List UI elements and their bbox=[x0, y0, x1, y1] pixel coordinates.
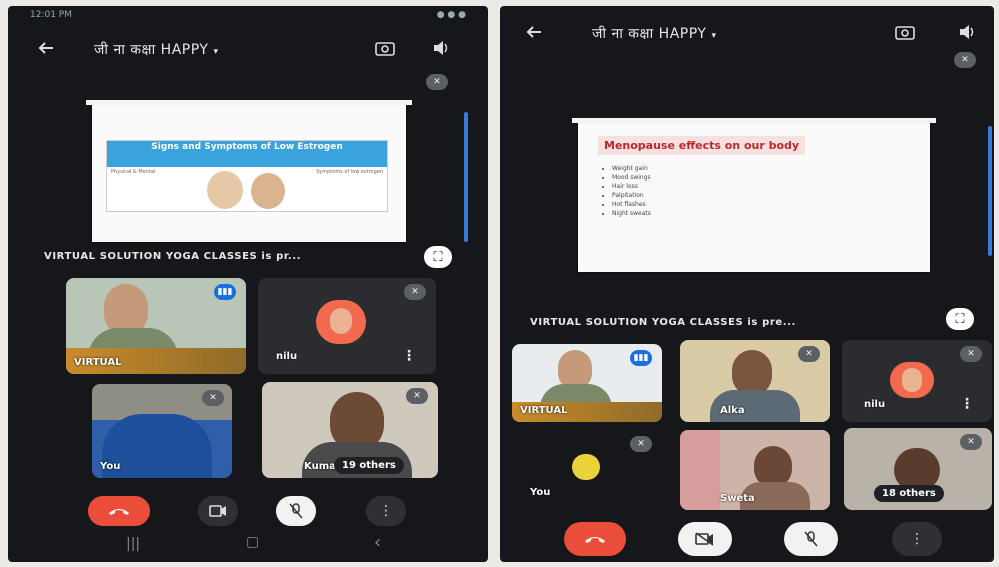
chevron-down-icon: ▾ bbox=[213, 47, 219, 57]
camera-flip-icon[interactable] bbox=[372, 37, 398, 59]
meeting-title[interactable]: जी ना कक्षा HAPPY ▾ bbox=[592, 23, 717, 43]
participant-tile[interactable]: ✕ You bbox=[512, 428, 662, 510]
mic-off-icon[interactable] bbox=[784, 522, 838, 556]
slide-caption-right: Symptoms of low estrogen bbox=[316, 169, 383, 175]
chevron-down-icon: ▾ bbox=[711, 31, 717, 41]
left-phone-screen: 12:01 PM ● ● ● जी ना कक्षा HAPPY ▾ ✕ Sig… bbox=[8, 6, 488, 562]
mic-off-icon: ✕ bbox=[960, 346, 982, 362]
slide-bullet: Night sweats bbox=[612, 209, 651, 218]
participant-tile[interactable]: ✕ Kumar 19 others bbox=[262, 382, 438, 478]
expand-icon[interactable]: ⛶ bbox=[946, 308, 974, 330]
slide-photo-face bbox=[251, 173, 285, 209]
slide-headline: Signs and Symptoms of Low Estrogen bbox=[107, 141, 387, 167]
avatar bbox=[330, 308, 352, 334]
presenting-banner: VIRTUAL SOLUTION YOGA CLASSES is pr... bbox=[44, 251, 302, 262]
participant-tile[interactable]: ✕ Alka bbox=[680, 340, 830, 422]
end-call-icon[interactable] bbox=[88, 496, 150, 526]
presentation-slide: Menopause effects on our body Weight gai… bbox=[572, 118, 936, 272]
slide-headline: Menopause effects on our body bbox=[598, 136, 806, 155]
mic-off-icon: ✕ bbox=[404, 284, 426, 300]
participant-name: You bbox=[100, 461, 121, 472]
status-icons: ● ● ● bbox=[436, 10, 466, 20]
expand-icon[interactable]: ⛶ bbox=[424, 246, 452, 268]
scrollbar[interactable] bbox=[464, 112, 468, 242]
participant-tile[interactable]: Sweta bbox=[680, 430, 830, 510]
projector-screen-bar bbox=[572, 118, 936, 123]
scrollbar[interactable] bbox=[988, 126, 992, 256]
presentation-slide: Signs and Symptoms of Low Estrogen Physi… bbox=[86, 100, 412, 242]
back-arrow-icon[interactable] bbox=[34, 36, 58, 60]
speaking-indicator-icon: ▮▮▮ bbox=[214, 284, 236, 300]
participant-name: nilu bbox=[276, 351, 298, 362]
mic-off-icon: ✕ bbox=[630, 436, 652, 452]
more-vert-icon[interactable]: ⋮ bbox=[366, 496, 406, 526]
mic-off-icon: ✕ bbox=[954, 52, 976, 68]
slide-photo-face bbox=[207, 171, 243, 209]
home-icon[interactable]: ▢ bbox=[246, 534, 259, 550]
participant-tile[interactable]: ✕ 18 others bbox=[844, 428, 992, 510]
projector-screen-bar bbox=[86, 100, 412, 105]
avatar bbox=[902, 368, 922, 392]
meeting-title[interactable]: जी ना कक्षा HAPPY ▾ bbox=[94, 39, 219, 59]
participant-name: VIRTUAL bbox=[74, 357, 122, 368]
slide-content: Signs and Symptoms of Low Estrogen Physi… bbox=[106, 140, 388, 212]
slide-bullet: Weight gain bbox=[612, 164, 651, 173]
slide-bullet: Palpitation bbox=[612, 191, 651, 200]
mic-off-icon: ✕ bbox=[202, 390, 224, 406]
participant-video bbox=[680, 430, 720, 510]
end-call-icon[interactable] bbox=[564, 522, 626, 556]
participant-name: Sweta bbox=[720, 493, 755, 504]
slide-bullet: Hair loss bbox=[612, 182, 651, 191]
participant-name: Alka bbox=[720, 405, 745, 416]
participant-name: VIRTUAL bbox=[520, 405, 568, 416]
camera-icon[interactable] bbox=[678, 522, 732, 556]
mic-off-icon: ✕ bbox=[426, 74, 448, 90]
camera-flip-icon[interactable] bbox=[892, 21, 918, 43]
meeting-title-text: जी ना कक्षा HAPPY bbox=[592, 26, 707, 42]
others-count-badge[interactable]: 18 others bbox=[874, 485, 944, 502]
mic-off-icon: ✕ bbox=[960, 434, 982, 450]
participant-tile[interactable]: ✕ nilu ⋮ bbox=[842, 340, 992, 422]
speaking-indicator-icon: ▮▮▮ bbox=[630, 350, 652, 366]
participant-tile[interactable]: ▮▮▮ VIRTUAL bbox=[66, 278, 246, 374]
camera-icon[interactable] bbox=[198, 496, 238, 526]
slide-bullet-list: Weight gain Mood swings Hair loss Palpit… bbox=[602, 164, 651, 218]
participant-tile[interactable]: ✕ nilu ⋮ bbox=[258, 278, 436, 374]
back-arrow-icon[interactable] bbox=[522, 20, 546, 44]
participant-name: You bbox=[530, 487, 551, 498]
recent-apps-icon[interactable]: ||| bbox=[126, 536, 140, 552]
presenting-banner: VIRTUAL SOLUTION YOGA CLASSES is pre... bbox=[530, 317, 796, 328]
slide-caption-left: Physical & Mental bbox=[111, 169, 156, 175]
participant-tile[interactable]: ▮▮▮ VIRTUAL bbox=[512, 344, 662, 422]
slide-bullet: Hot flashes bbox=[612, 200, 651, 209]
right-phone-screen: जी ना कक्षा HAPPY ▾ ✕ Menopause effects … bbox=[500, 6, 994, 562]
speaker-icon[interactable] bbox=[428, 37, 454, 59]
status-time: 12:01 PM bbox=[30, 10, 72, 20]
speaker-icon[interactable] bbox=[954, 21, 980, 43]
participant-name: nilu bbox=[864, 399, 886, 410]
avatar bbox=[572, 454, 600, 480]
mic-off-icon: ✕ bbox=[798, 346, 820, 362]
back-nav-icon[interactable]: ‹ bbox=[374, 532, 381, 553]
more-vert-icon[interactable]: ⋮ bbox=[960, 396, 974, 412]
mic-off-icon[interactable] bbox=[276, 496, 316, 526]
mic-off-icon: ✕ bbox=[406, 388, 428, 404]
participant-tile[interactable]: ✕ You bbox=[92, 384, 232, 478]
more-vert-icon[interactable]: ⋮ bbox=[892, 522, 942, 556]
meeting-title-text: जी ना कक्षा HAPPY bbox=[94, 42, 209, 58]
slide-bullet: Mood swings bbox=[612, 173, 651, 182]
more-vert-icon[interactable]: ⋮ bbox=[402, 348, 416, 364]
others-count-badge[interactable]: 19 others bbox=[334, 457, 404, 474]
